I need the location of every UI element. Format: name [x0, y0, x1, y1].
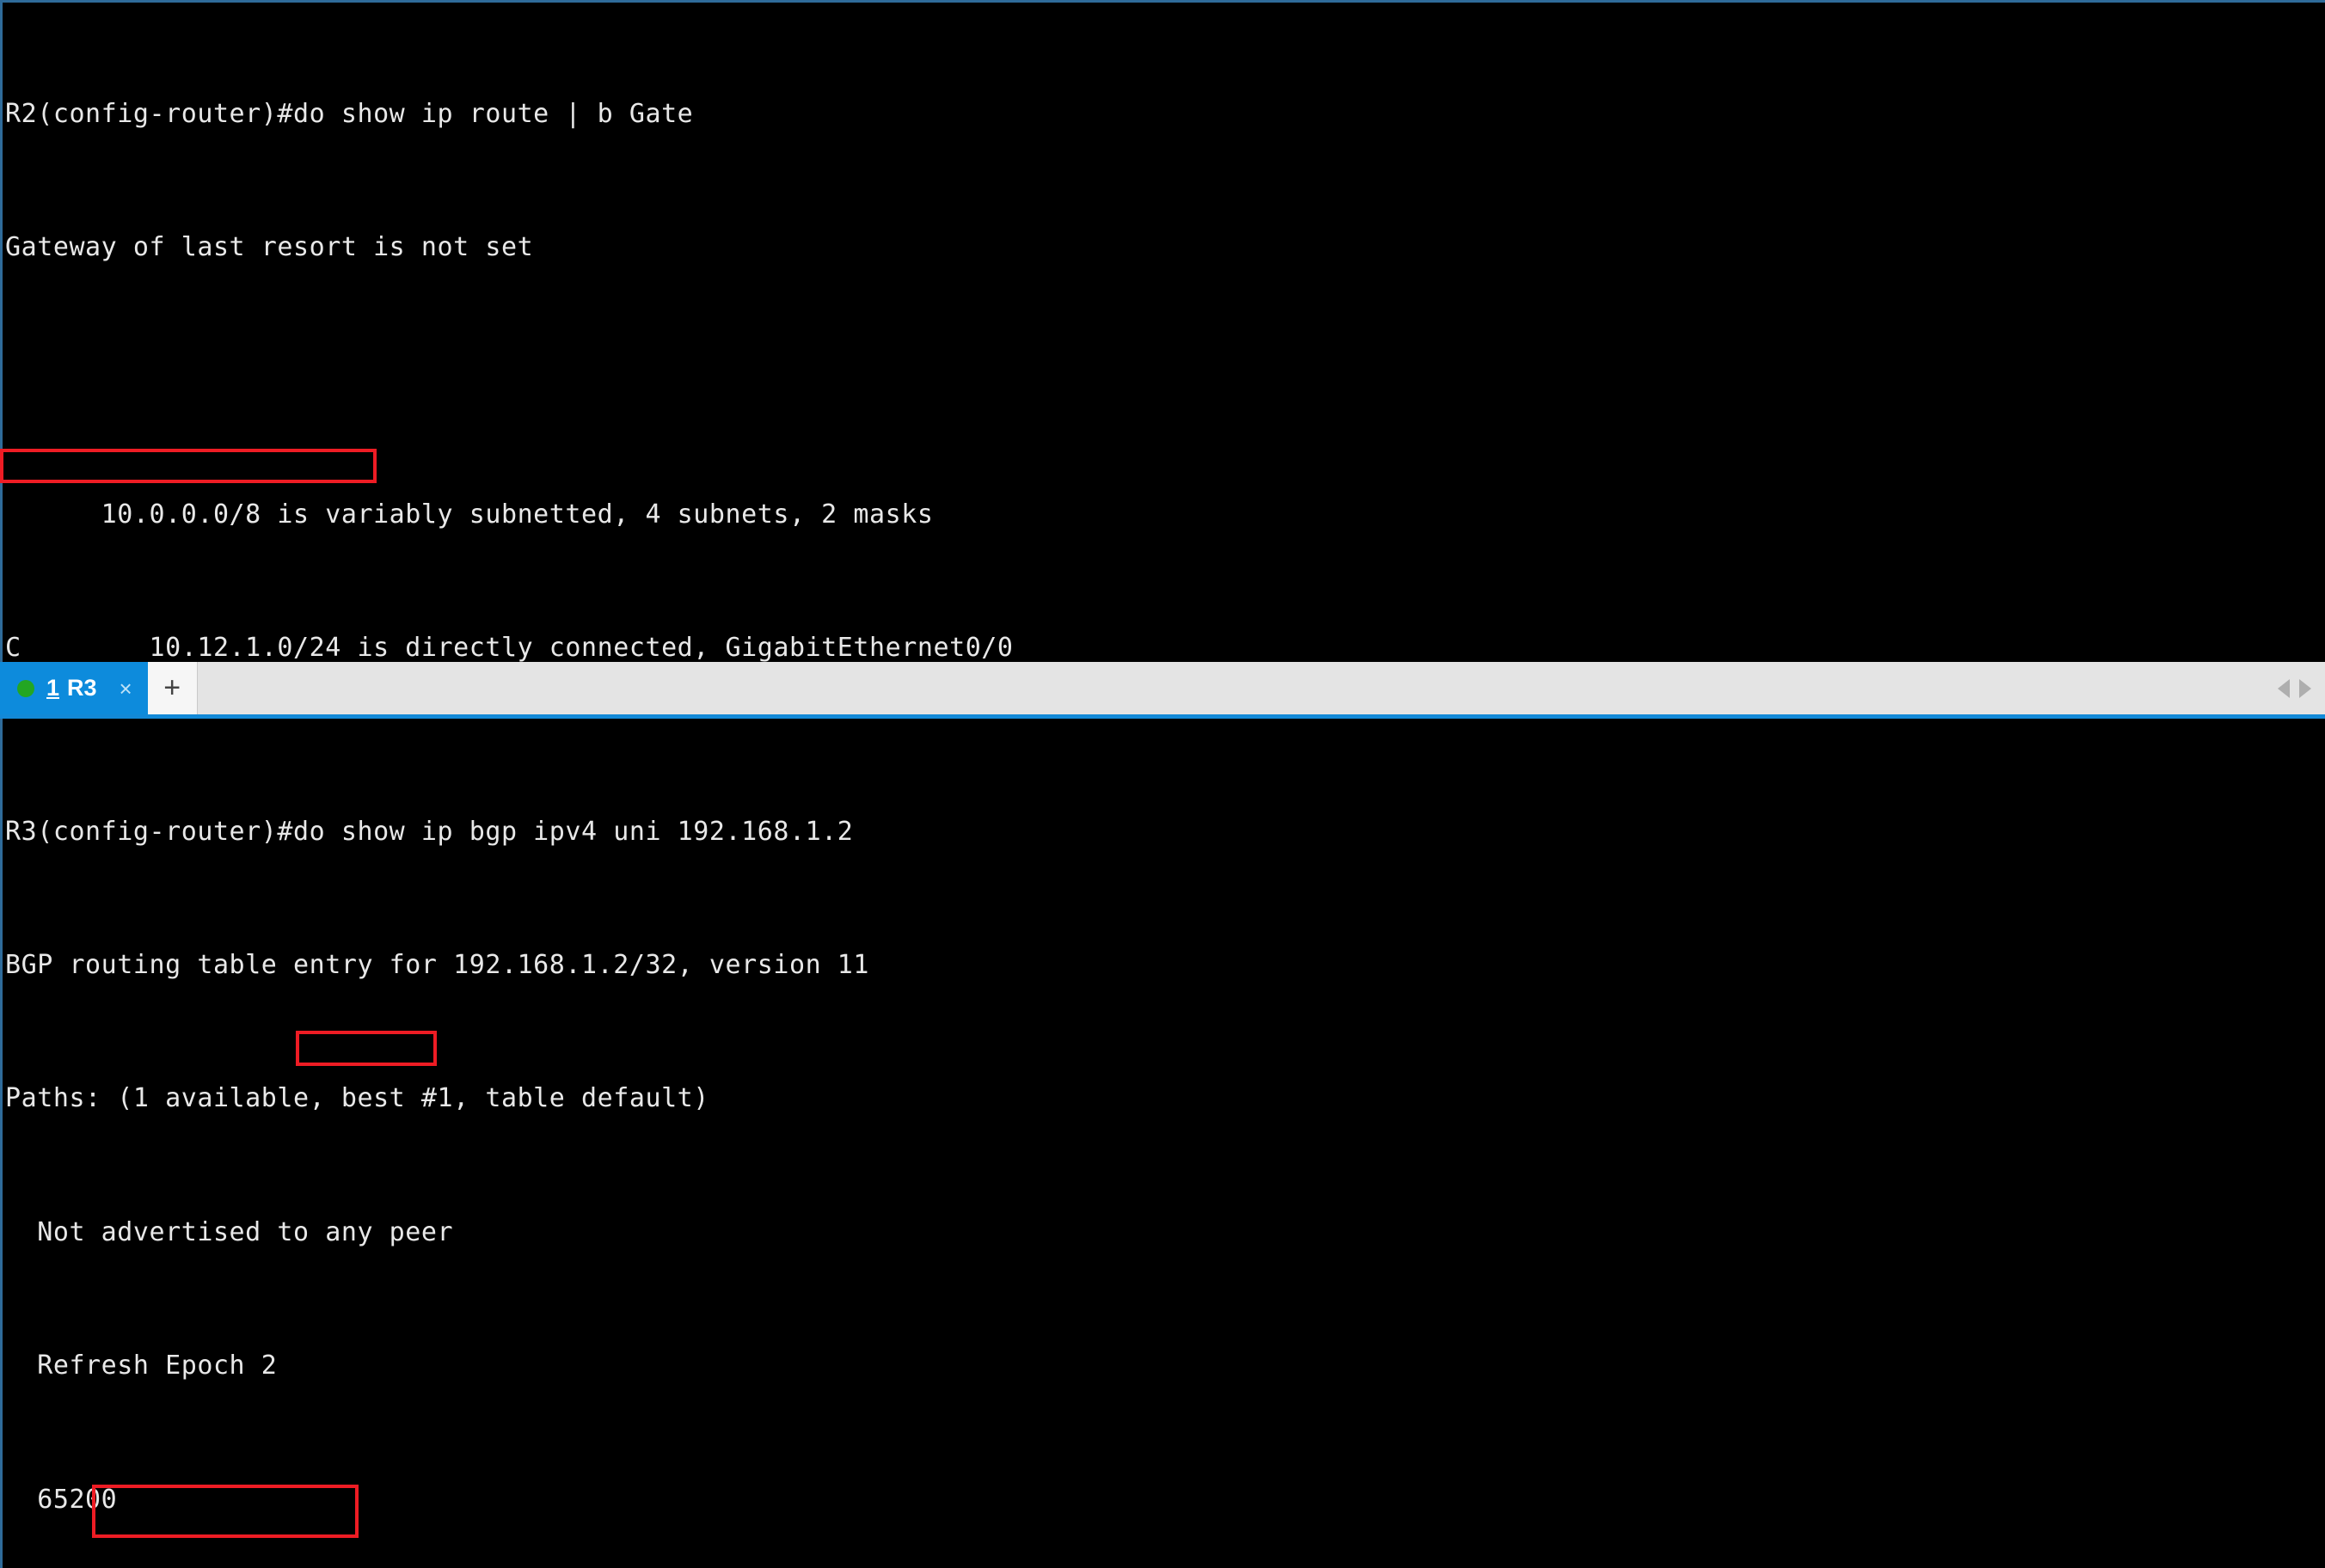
- terminal-pane-r3[interactable]: R3(config-router)#do show ip bgp ipv4 un…: [0, 719, 2325, 1568]
- close-icon[interactable]: ×: [116, 677, 148, 700]
- chevron-left-icon: [2278, 678, 2290, 698]
- tab-number: 1: [46, 675, 60, 701]
- tab-bar-spacer: [198, 662, 2270, 714]
- screen-root: R2(config-router)#do show ip route | b G…: [0, 0, 2325, 1568]
- terminal-line: C 10.12.1.0/24 is directly connected, Gi…: [5, 633, 1014, 662]
- terminal-pane-r2[interactable]: R2(config-router)#do show ip route | b G…: [0, 0, 2325, 662]
- terminal-output-r2: R2(config-router)#do show ip route | b G…: [5, 3, 1189, 662]
- terminal-line: 10.0.0.0/8 is variably subnetted, 4 subn…: [5, 499, 934, 530]
- terminal-line: Refresh Epoch 2: [5, 1351, 278, 1381]
- chevron-right-icon: [2299, 678, 2311, 698]
- terminal-line: R3(config-router)#do show ip bgp ipv4 un…: [5, 816, 854, 847]
- tab-r3[interactable]: 1 R3 ×: [0, 662, 148, 714]
- tab-status-dot-icon: [17, 679, 34, 697]
- tab-label: R3: [67, 675, 97, 701]
- terminal-tab-bar: 1 R3 × +: [0, 662, 2325, 719]
- terminal-line: Gateway of last resort is not set: [5, 231, 534, 262]
- terminal-output-r3: R3(config-router)#do show ip bgp ipv4 un…: [5, 720, 1174, 1568]
- terminal-line: Not advertised to any peer: [5, 1216, 454, 1247]
- terminal-line: R2(config-router)#do show ip route | b G…: [5, 98, 694, 129]
- new-tab-button[interactable]: +: [147, 662, 198, 714]
- tab-scroll-left-button[interactable]: [2270, 662, 2297, 714]
- terminal-line: BGP routing table entry for 192.168.1.2/…: [5, 949, 870, 980]
- tab-scroll-right-button[interactable]: [2297, 662, 2325, 714]
- terminal-line: Paths: (1 available, best #1, table defa…: [5, 1083, 709, 1114]
- terminal-line: 65200: [5, 1484, 118, 1515]
